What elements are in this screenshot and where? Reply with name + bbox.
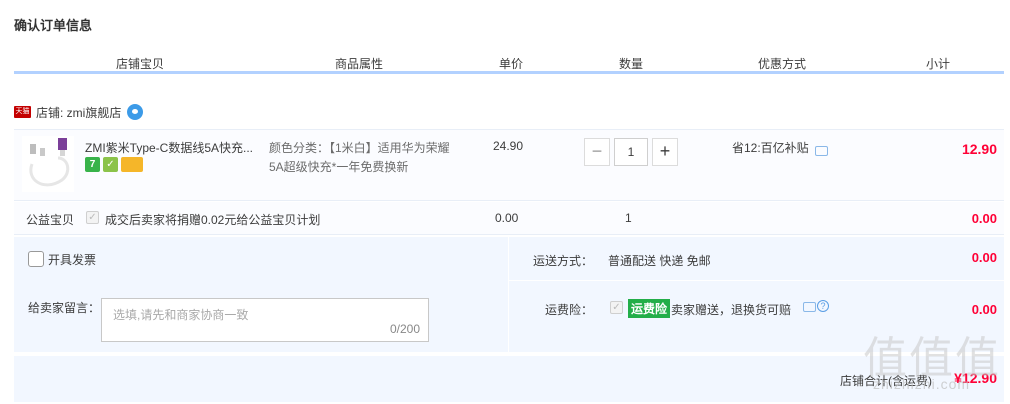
charity-label: 公益宝贝 [26,213,75,227]
discount-info: 省12:百亿补贴 [732,139,828,156]
wangwang-chat-icon[interactable] [127,104,144,120]
increase-quantity-button[interactable]: + [652,138,678,166]
shipping-label: 运送方式： [533,254,594,268]
discount-label: 省12:百亿补贴 [732,141,809,155]
invoice-label[interactable]: 开具发票 [48,251,96,268]
product-thumbnail[interactable] [22,136,74,192]
service-badges: 7 ✓ [85,157,143,172]
message-placeholder: 选填,请先和商家协商一致 [113,308,249,322]
seven-day-return-icon[interactable]: 7 [85,157,100,172]
invoice-checkbox[interactable] [28,251,44,267]
header-unit-price: 单价 [499,57,524,71]
charity-checkbox: ✓ [86,211,99,224]
charity-row: 公益宝贝 ✓ 成交后卖家将捐赠0.02元给公益宝贝计划 0.00 1 0.00 [14,202,1004,235]
credit-card-icon[interactable] [121,157,143,172]
watermark-url: zhizhizhi.com [873,376,971,392]
watermark: 值值值 zhizhizhi.com [855,320,1005,400]
header-attributes: 商品属性 [335,57,384,71]
panel-divider [508,237,509,352]
seller-message-textarea[interactable]: 选填,请先和商家协商一致 0/200 [101,298,429,342]
order-item-row: ZMI紫米Type-C数据线5A快充... 7 ✓ 颜色分类：【1米白】适用华为… [14,129,1004,201]
insurance-tag: 运费险 [628,299,671,318]
insurance-checkbox: ✓ [610,301,623,314]
help-icon[interactable]: ? [817,300,829,312]
tmall-logo-icon: 天猫 [14,106,31,118]
message-label: 给卖家留言： [28,301,101,315]
shop-line: 天猫 店铺: zmi旗舰店 [14,104,144,121]
charity-price: 0.00 [495,211,519,225]
unit-price: 24.90 [493,139,524,153]
table-header: 店铺宝贝 商品属性 单价 数量 优惠方式 小计 [14,52,1004,74]
product-attributes: 颜色分类：【1米白】适用华为荣耀5A超级快充*一年免费换新 [269,141,450,174]
message-counter: 0/200 [389,322,420,336]
comment-icon[interactable] [803,302,816,312]
shipping-method: 普通配送 快递 免邮 [608,254,711,268]
header-subtotal: 小计 [926,57,951,71]
quantity-stepper: − 1 + [584,138,678,166]
charity-description: 成交后卖家将捐赠0.02元给公益宝贝计划 [105,213,321,227]
decrease-quantity-button[interactable]: − [584,138,610,166]
comment-icon[interactable] [814,145,828,156]
charity-quantity: 1 [625,211,632,225]
header-shop-item: 店铺宝贝 [116,57,165,71]
insurance-text: 卖家赠送，退换货可赔 [671,303,792,317]
insurance-label: 运费险： [545,303,594,317]
header-discount: 优惠方式 [758,57,807,71]
item-subtotal: 12.90 [961,141,997,157]
page-title: 确认订单信息 [14,18,93,33]
charity-subtotal: 0.00 [971,211,997,226]
shipping-cost: 0.00 [971,250,997,265]
shop-name[interactable]: 店铺: zmi旗舰店 [36,104,121,121]
quantity-input[interactable]: 1 [614,138,648,166]
panel-divider [508,280,1004,281]
guarantee-icon[interactable]: ✓ [103,157,118,172]
product-title-link[interactable]: ZMI紫米Type-C数据线5A快充... [85,139,253,156]
header-quantity: 数量 [619,57,644,71]
insurance-cost: 0.00 [971,302,997,317]
